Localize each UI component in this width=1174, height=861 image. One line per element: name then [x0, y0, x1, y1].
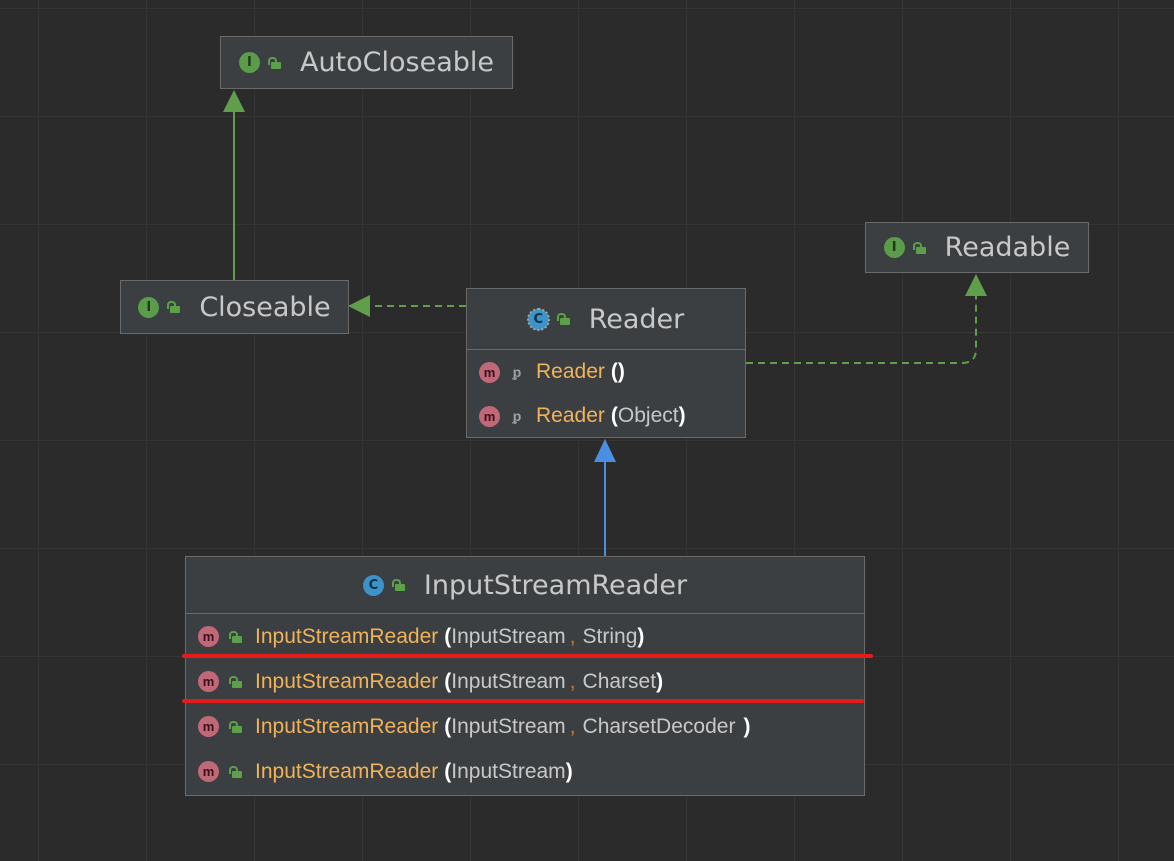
paren-open: (	[444, 669, 452, 693]
method-name: InputStreamReader	[255, 624, 439, 648]
highlight-underline	[182, 654, 873, 658]
method-icon: m	[479, 361, 500, 383]
method-name: InputStreamReader	[255, 669, 439, 693]
paren-open: (	[444, 759, 452, 783]
method-row[interactable]: m InputStreamReader ( InputStream )	[186, 749, 864, 794]
arrowhead-readable	[965, 274, 987, 296]
node-autocloseable[interactable]: I AutoCloseable	[220, 36, 513, 89]
paren-open: (	[444, 714, 452, 738]
method-icon: m	[198, 716, 219, 737]
paren-close: )	[743, 714, 751, 738]
public-lock-icon	[912, 241, 927, 255]
interface-icon: I	[238, 52, 260, 73]
arrowhead-autocloseable	[223, 90, 245, 112]
node-title: InputStreamReader	[423, 569, 688, 601]
public-lock-icon	[167, 300, 181, 314]
node-title: AutoCloseable	[299, 47, 495, 78]
public-lock-icon	[229, 765, 243, 779]
param-type: InputStream	[451, 714, 566, 738]
method-icon: m	[479, 405, 500, 427]
public-lock-icon	[556, 312, 571, 326]
node-closeable[interactable]: I Closeable	[120, 280, 349, 334]
node-reader[interactable]: C Reader m ᵱ Reader ( ) m ᵱ Reader ( Obj…	[466, 288, 746, 438]
method-name: InputStreamReader	[255, 759, 439, 783]
param-type: InputStream	[451, 759, 566, 783]
method-name: Reader	[536, 404, 605, 427]
paren-open: (	[610, 404, 618, 427]
method-row[interactable]: m InputStreamReader ( InputStream , Stri…	[186, 614, 864, 659]
paren-close: )	[637, 624, 645, 648]
interface-icon: I	[883, 237, 905, 258]
class-icon: C	[362, 574, 384, 596]
paren-close: )	[565, 759, 573, 783]
highlight-underline	[182, 699, 864, 703]
method-row[interactable]: m ᵱ Reader ( )	[467, 350, 745, 394]
public-lock-icon	[229, 630, 243, 644]
method-row[interactable]: m InputStreamReader ( InputStream , Char…	[186, 659, 864, 704]
protected-key-icon: ᵱ	[512, 408, 522, 424]
public-lock-icon	[267, 56, 282, 70]
param-separator: ,	[569, 669, 576, 693]
paren-close: )	[678, 404, 686, 427]
paren-open: (	[610, 360, 618, 383]
arrowhead-closeable	[348, 295, 370, 317]
node-inputstreamreader[interactable]: C InputStreamReader m InputStreamReader …	[185, 556, 865, 796]
param-type: String	[582, 624, 638, 648]
paren-open: (	[444, 624, 452, 648]
param-type: InputStream	[451, 624, 566, 648]
method-icon: m	[198, 761, 219, 782]
param-type: InputStream	[451, 669, 566, 693]
param-type: Charset	[582, 669, 657, 693]
public-lock-icon	[229, 720, 243, 734]
node-title: Readable	[944, 232, 1071, 263]
protected-key-icon: ᵱ	[512, 364, 522, 380]
arrowhead-reader	[594, 439, 616, 462]
edge-reader-implements-readable	[746, 295, 977, 364]
method-row[interactable]: m ᵱ Reader ( Object )	[467, 394, 745, 438]
method-row[interactable]: m InputStreamReader ( InputStream , Char…	[186, 704, 864, 749]
param-type: CharsetDecoder	[582, 714, 736, 738]
param-separator: ,	[569, 714, 576, 738]
method-icon: m	[198, 626, 219, 647]
method-icon: m	[198, 671, 219, 692]
node-title: Closeable	[199, 291, 331, 323]
paren-close: )	[656, 669, 664, 693]
method-name: Reader	[536, 360, 605, 383]
param-type: Object	[617, 404, 679, 427]
node-readable[interactable]: I Readable	[865, 222, 1089, 273]
node-title: Reader	[588, 303, 685, 335]
abstract-class-icon: C	[526, 307, 550, 331]
param-separator: ,	[569, 624, 576, 648]
paren-close: )	[617, 360, 625, 383]
public-lock-icon	[391, 578, 406, 592]
method-name: InputStreamReader	[255, 714, 439, 738]
public-lock-icon	[229, 675, 243, 689]
interface-icon: I	[138, 296, 160, 318]
